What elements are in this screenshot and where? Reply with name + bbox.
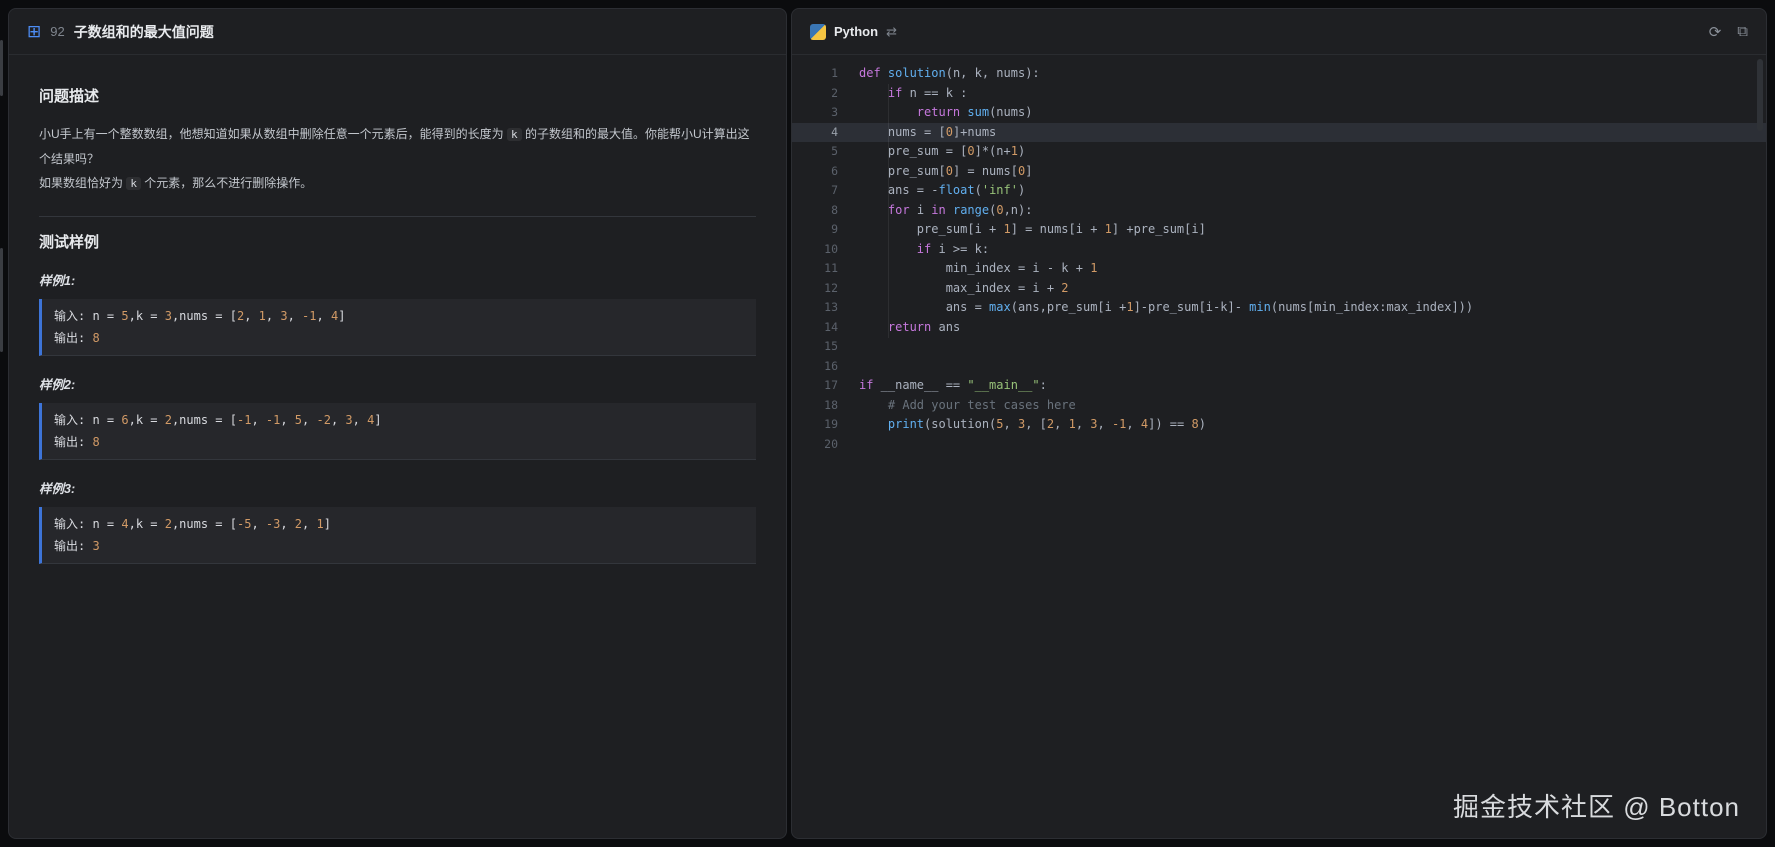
problem-number: 92	[50, 24, 64, 39]
sample-code-block: 输入: n = 6,k = 2,nums = [-1, -1, 5, -2, 3…	[39, 403, 756, 460]
code-line[interactable]: 3 return sum(nums)	[792, 103, 1766, 123]
code-line[interactable]: 9 pre_sum[i + 1] = nums[i + 1] +pre_sum[…	[792, 220, 1766, 240]
code-line[interactable]: 2 if n == k :	[792, 84, 1766, 104]
code-line-current[interactable]: 4 nums = [0]+nums	[792, 123, 1766, 143]
language-label: Python	[834, 24, 878, 39]
samples-list: 样例1: 输入: n = 5,k = 3,nums = [2, 1, 3, -1,…	[39, 270, 756, 564]
code-line[interactable]: 17if __name__ == "__main__":	[792, 376, 1766, 396]
line-number: 10	[792, 240, 838, 260]
line-number: 19	[792, 415, 838, 435]
line-number: 2	[792, 84, 838, 104]
line-number: 14	[792, 318, 838, 338]
problem-content: 问题描述 小U手上有一个整数数组，他想知道如果从数组中删除任意一个元素后，能得到…	[9, 55, 786, 600]
code-editor[interactable]: 1def solution(n, k, nums):2 if n == k :3…	[792, 55, 1766, 454]
line-number: 8	[792, 201, 838, 221]
grid-icon: ⊞	[27, 23, 41, 40]
problem-header: ⊞ 92 子数组和的最大值问题	[9, 9, 786, 55]
editor-panel: Python ⇄ ⟳ ⧉ 1def solution(n, k, nums):2…	[791, 8, 1767, 839]
code-line[interactable]: 6 pre_sum[0] = nums[0]	[792, 162, 1766, 182]
code-line[interactable]: 14 return ans	[792, 318, 1766, 338]
indent-guide	[888, 84, 889, 338]
line-number: 7	[792, 181, 838, 201]
sample-code-block: 输入: n = 5,k = 3,nums = [2, 1, 3, -1, 4]输…	[39, 299, 756, 356]
description-heading: 问题描述	[39, 85, 756, 106]
editor-header: Python ⇄ ⟳ ⧉	[792, 9, 1766, 55]
code-line[interactable]: 1def solution(n, k, nums):	[792, 64, 1766, 84]
code-line[interactable]: 19 print(solution(5, 3, [2, 1, 3, -1, 4]…	[792, 415, 1766, 435]
line-number: 5	[792, 142, 838, 162]
code-line[interactable]: 18 # Add your test cases here	[792, 396, 1766, 416]
problem-description: 小U手上有一个整数数组，他想知道如果从数组中删除任意一个元素后，能得到的长度为 …	[39, 122, 756, 196]
samples-heading: 测试样例	[39, 231, 756, 252]
page-scrollbar-segment[interactable]	[0, 40, 3, 96]
sample-code-block: 输入: n = 4,k = 2,nums = [-5, -3, 2, 1]输出:…	[39, 507, 756, 564]
code-line[interactable]: 13 ans = max(ans,pre_sum[i +1]-pre_sum[i…	[792, 298, 1766, 318]
line-number: 18	[792, 396, 838, 416]
sample-label: 样例2:	[39, 374, 756, 393]
sample-label: 样例1:	[39, 270, 756, 289]
line-number: 16	[792, 357, 838, 377]
problem-panel: ⊞ 92 子数组和的最大值问题 问题描述 小U手上有一个整数数组，他想知道如果从…	[8, 8, 787, 839]
reset-code-icon[interactable]: ⟳	[1709, 23, 1722, 41]
line-number: 13	[792, 298, 838, 318]
line-number: 4	[792, 123, 838, 143]
editor-actions: ⟳ ⧉	[1709, 23, 1748, 41]
code-line[interactable]: 5 pre_sum = [0]*(n+1)	[792, 142, 1766, 162]
split-view-icon[interactable]: ⧉	[1737, 23, 1748, 41]
page-scrollbar-segment[interactable]	[0, 248, 3, 352]
line-number: 6	[792, 162, 838, 182]
code-line[interactable]: 16	[792, 357, 1766, 377]
switch-language-icon[interactable]: ⇄	[886, 24, 897, 40]
line-number: 11	[792, 259, 838, 279]
line-number: 20	[792, 435, 838, 455]
python-icon	[810, 24, 826, 40]
code-line[interactable]: 8 for i in range(0,n):	[792, 201, 1766, 221]
line-number: 17	[792, 376, 838, 396]
line-number: 12	[792, 279, 838, 299]
line-number: 9	[792, 220, 838, 240]
code-line[interactable]: 11 min_index = i - k + 1	[792, 259, 1766, 279]
editor-scrollbar[interactable]	[1757, 59, 1763, 131]
watermark: 掘金技术社区 @ Botton	[1453, 787, 1740, 824]
line-number: 15	[792, 337, 838, 357]
code-line[interactable]: 20	[792, 435, 1766, 455]
line-number: 3	[792, 103, 838, 123]
section-divider	[39, 216, 756, 217]
sample-label: 样例3:	[39, 478, 756, 497]
code-line[interactable]: 12 max_index = i + 2	[792, 279, 1766, 299]
line-number: 1	[792, 64, 838, 84]
app-root: ⊞ 92 子数组和的最大值问题 问题描述 小U手上有一个整数数组，他想知道如果从…	[0, 0, 1775, 847]
code-line[interactable]: 10 if i >= k:	[792, 240, 1766, 260]
code-line[interactable]: 15	[792, 337, 1766, 357]
problem-title: 子数组和的最大值问题	[74, 22, 214, 42]
code-line[interactable]: 7 ans = -float('inf')	[792, 181, 1766, 201]
